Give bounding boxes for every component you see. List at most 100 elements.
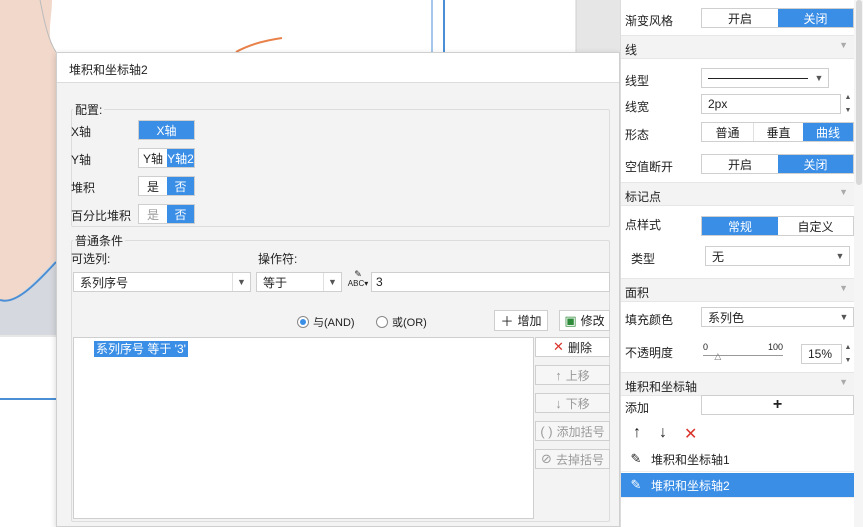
add-button[interactable]: ＋ 增加	[494, 310, 548, 331]
axis-item-label-2: 堆积和坐标轴2	[651, 478, 730, 493]
modify-button[interactable]: ▣ 修改	[559, 310, 610, 331]
value-input[interactable]: 3	[371, 272, 610, 292]
axis-item-label-1: 堆积和坐标轴1	[651, 452, 730, 467]
condition-list[interactable]: 系列序号 等于 '3'	[73, 337, 534, 519]
x-axis-select[interactable]: X轴	[138, 120, 195, 140]
gray-strip	[576, 0, 620, 52]
radio-or[interactable]: 或(OR)	[376, 314, 427, 330]
field-select[interactable]: 系列序号 ▼	[73, 272, 251, 292]
line-width-label: 线宽	[625, 100, 650, 114]
marker-section[interactable]: 标记点 ▼	[621, 182, 854, 206]
radio-and-dot[interactable]	[297, 316, 309, 328]
chevron-down-icon[interactable]: ▼	[831, 247, 849, 265]
gradient-on[interactable]: 开启	[702, 9, 778, 27]
delete-button[interactable]: ✕ 删除	[535, 337, 610, 357]
scrollbar-thumb[interactable]	[856, 0, 862, 185]
shape-label: 形态	[625, 128, 650, 142]
shape-curve[interactable]: 曲线	[803, 123, 853, 141]
fill-color-select[interactable]: 系列色 ▼	[701, 307, 854, 327]
marker-section-title: 标记点	[625, 190, 662, 204]
pencil-icon[interactable]: ✎	[621, 451, 651, 467]
chevron-down-icon[interactable]: ▼	[839, 187, 848, 197]
condition-item[interactable]: 系列序号 等于 '3'	[94, 341, 188, 357]
opacity-slider[interactable]: 0 100 △	[703, 342, 783, 362]
y-axis-option-2[interactable]: Y轴2	[167, 149, 194, 167]
panel-scrollbar[interactable]	[854, 0, 863, 527]
stack-no[interactable]: 否	[167, 177, 194, 195]
line-type-label: 线型	[625, 74, 650, 88]
stack-toggle[interactable]: 是 否	[138, 176, 195, 196]
abc-formula-icon[interactable]: ✎ ABC▾	[347, 270, 369, 292]
null-break-on[interactable]: 开启	[702, 155, 778, 173]
remove-bracket-icon: ⊘	[541, 451, 552, 466]
marker-regular[interactable]: 常规	[702, 217, 778, 235]
fill-color-value: 系列色	[708, 310, 745, 325]
pencil-icon[interactable]: ✎	[621, 477, 651, 493]
add-axis-button[interactable]: +	[701, 395, 854, 415]
operator-select[interactable]: 等于 ▼	[256, 272, 342, 292]
line-type-select[interactable]: ▼	[701, 68, 829, 88]
move-up-button[interactable]: ↑ 上移	[535, 365, 610, 385]
stack-axis-section[interactable]: 堆积和坐标轴 ▼	[621, 372, 854, 396]
chevron-down-icon[interactable]: ▼	[835, 308, 853, 326]
y-axis-select[interactable]: Y轴 Y轴2	[138, 148, 195, 168]
shape-vertical[interactable]: 垂直	[753, 123, 803, 141]
move-up-icon[interactable]: ↑	[633, 424, 641, 442]
radio-or-dot[interactable]	[376, 316, 388, 328]
line-width-input[interactable]: 2px	[701, 94, 841, 114]
marker-custom[interactable]: 自定义	[778, 217, 853, 235]
add-bracket-button[interactable]: ( ) 添加括号	[535, 421, 610, 441]
shape-toggle[interactable]: 普通 垂直 曲线	[701, 122, 854, 142]
null-break-toggle[interactable]: 开启 关闭	[701, 154, 854, 174]
gradient-off[interactable]: 关闭	[778, 9, 853, 27]
x-axis-option[interactable]: X轴	[139, 121, 194, 139]
radio-and[interactable]: 与(AND)	[297, 314, 355, 330]
percent-stack-yes[interactable]: 是	[139, 205, 167, 223]
chevron-down-icon[interactable]: ▼	[839, 377, 848, 387]
stack-yes[interactable]: 是	[139, 177, 167, 195]
arrow-up-icon: ↑	[555, 367, 562, 383]
dialog-title: 堆积和坐标轴2	[57, 53, 619, 83]
slider-max: 100	[767, 342, 783, 352]
percent-stack-no[interactable]: 否	[167, 205, 194, 223]
remove-bracket-button[interactable]: ⊘ 去掉括号	[535, 449, 610, 469]
slider-thumb[interactable]: △	[714, 351, 721, 362]
chevron-down-icon[interactable]: ▼	[839, 40, 848, 50]
axis-list-item-1[interactable]: ✎ 堆积和坐标轴1	[621, 447, 854, 472]
move-up-label: 上移	[565, 368, 590, 383]
property-panel: 渐变风格 开启 关闭 线 ▼ 线型 ▼ 线宽 2px ▲ ▼ 形态 普通 垂直 曲…	[620, 0, 863, 527]
add-label: 添加	[625, 401, 650, 415]
opacity-spinner[interactable]: ▲ ▼	[842, 344, 854, 364]
opacity-value: 15%	[808, 347, 833, 361]
null-break-off[interactable]: 关闭	[778, 155, 853, 173]
gradient-toggle[interactable]: 开启 关闭	[701, 8, 854, 28]
area-fill	[0, 0, 56, 301]
chevron-down-icon[interactable]: ▼	[839, 283, 848, 293]
area-section[interactable]: 面积 ▼	[621, 278, 854, 302]
delete-x-icon: ✕	[553, 339, 564, 354]
delete-x-icon[interactable]: ✕	[684, 424, 697, 444]
y-axis-option-1[interactable]: Y轴	[139, 149, 167, 167]
remove-bracket-label: 去掉括号	[555, 452, 604, 467]
add-bracket-label: 添加括号	[556, 424, 605, 439]
opacity-input[interactable]: 15%	[801, 344, 842, 364]
move-down-button[interactable]: ↓ 下移	[535, 393, 610, 413]
line-section-title: 线	[625, 43, 638, 57]
delete-button-label: 删除	[567, 340, 592, 355]
marker-style-toggle[interactable]: 常规 自定义	[701, 216, 854, 236]
modify-button-label: 修改	[580, 314, 605, 328]
type-select[interactable]: 无 ▼	[705, 246, 850, 266]
axis-list-item-2[interactable]: ✎ 堆积和坐标轴2	[621, 473, 854, 498]
move-down-icon[interactable]: ↓	[659, 424, 667, 442]
percent-stack-toggle[interactable]: 是 否	[138, 204, 195, 224]
chevron-down-icon[interactable]: ▼	[232, 273, 250, 291]
marker-style-label: 点样式	[625, 218, 662, 232]
operator-label: 操作符:	[258, 252, 298, 266]
chevron-down-icon[interactable]: ▼	[323, 273, 341, 291]
chevron-down-icon[interactable]: ▼	[810, 69, 828, 87]
line-section[interactable]: 线 ▼	[621, 35, 854, 59]
null-break-label: 空值断开	[625, 160, 674, 174]
radio-and-label: 与(AND)	[313, 317, 355, 329]
shape-normal[interactable]: 普通	[702, 123, 753, 141]
line-width-spinner[interactable]: ▲ ▼	[842, 94, 854, 114]
